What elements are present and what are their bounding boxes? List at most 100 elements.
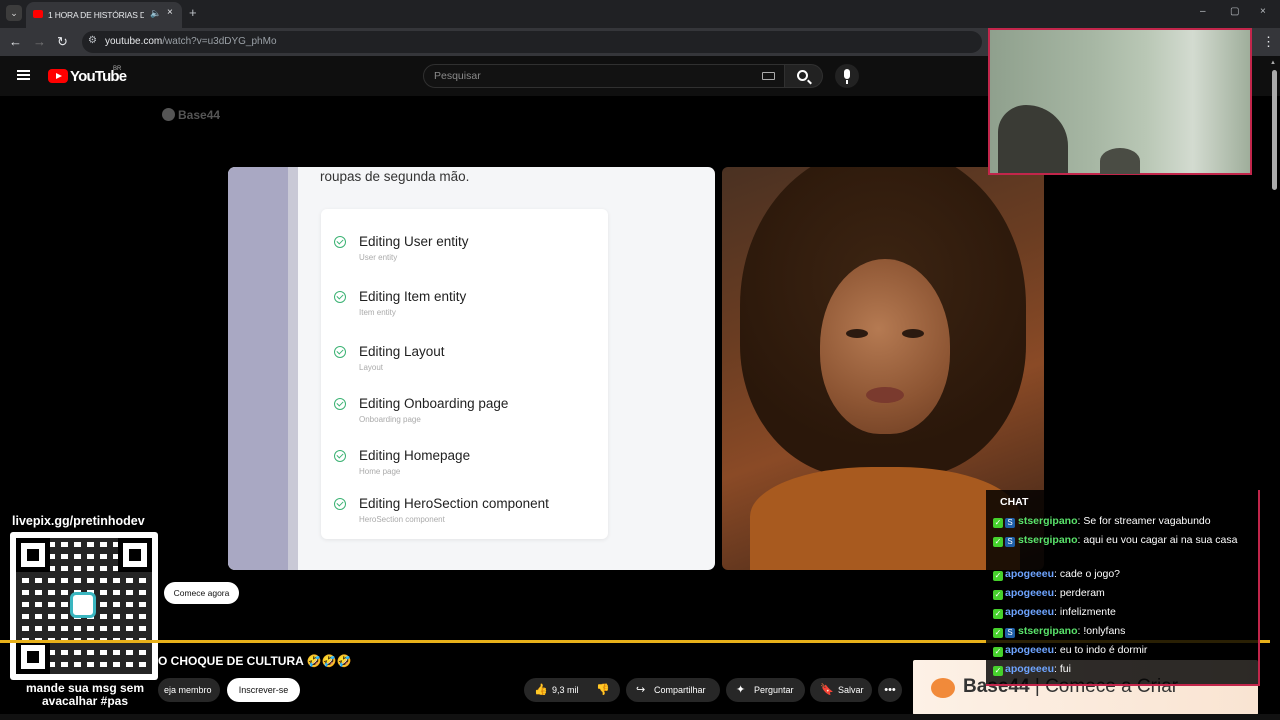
chat-message: ✓ apogeeeu: perderam <box>993 587 1105 600</box>
keyboard-icon[interactable] <box>762 72 775 80</box>
tab-close-icon[interactable]: × <box>167 7 173 18</box>
task-subtitle: User entity <box>359 253 398 262</box>
channel-watermark: Base44 <box>162 108 220 122</box>
chat-text: eu to indo é dormir <box>1059 644 1148 656</box>
voice-search-button[interactable] <box>835 64 859 88</box>
like-count[interactable]: 9,3 mil <box>552 678 579 702</box>
thumbs-up-icon[interactable]: 👍 <box>534 678 548 702</box>
chat-text: perderam <box>1059 587 1105 599</box>
share-label: Compartilhar <box>654 685 706 695</box>
check-badge-icon: ✓ <box>993 518 1003 528</box>
new-tab-button[interactable]: + <box>189 5 197 20</box>
back-arrow-icon[interactable]: ← <box>9 34 22 49</box>
chat-username: stsergipano <box>1018 625 1078 637</box>
share-icon: ↪ <box>636 684 646 696</box>
page-scrollbar[interactable]: ▲ <box>1270 60 1278 720</box>
webcam-overlay <box>988 28 1252 175</box>
qr-caption: mande sua msg sem avacalhar #pas <box>6 682 164 708</box>
check-circle-icon <box>334 236 346 248</box>
qr-finder <box>16 538 50 572</box>
ask-button[interactable]: ✦ Perguntar <box>726 678 805 702</box>
search-input[interactable] <box>434 70 734 82</box>
save-button[interactable]: 🔖 Salvar <box>810 678 872 702</box>
chat-username: stsergipano <box>1018 534 1078 546</box>
check-circle-icon <box>334 291 346 303</box>
task-title: Editing HeroSection component <box>359 496 549 511</box>
qr-caption-line: avacalhar #pas <box>41 694 129 708</box>
site-info-icon[interactable]: ⚙ <box>88 35 97 46</box>
save-label: Salvar <box>838 685 864 695</box>
thumbs-down-icon[interactable]: 👎 <box>596 678 610 702</box>
chat-text: !onlyfans <box>1083 625 1126 637</box>
base44-logo-icon <box>931 678 955 698</box>
search-icon <box>797 70 808 81</box>
chat-username: apogeeeu <box>1005 587 1055 599</box>
chat-header: CHAT <box>1000 496 1029 508</box>
face-shape <box>820 259 950 434</box>
search-button[interactable] <box>785 64 823 88</box>
browser-tab-strip: ⌄ 1 HORA DE HISTÓRIAS DO 🔈 × + – ▢ × <box>0 0 1280 28</box>
bottom-strip <box>0 714 1280 720</box>
scroll-up-icon[interactable]: ▲ <box>1270 60 1276 66</box>
chat-text: fui <box>1059 663 1071 675</box>
check-circle-icon <box>334 346 346 358</box>
check-circle-icon <box>334 450 346 462</box>
chat-message: ✓ Sstsergipano: Se for streamer vagabundo <box>993 515 1211 528</box>
chat-username: apogeeeu <box>1005 644 1055 656</box>
reload-icon[interactable]: ↻ <box>57 34 68 50</box>
speaker-icon[interactable]: 🔈 <box>150 8 161 19</box>
chat-text: cade o jogo? <box>1059 568 1120 580</box>
task-title: Editing Layout <box>359 344 445 359</box>
task-subtitle: Onboarding page <box>359 415 421 424</box>
chat-username: stsergipano <box>1018 515 1078 527</box>
slide-sidebar-edge <box>288 167 298 570</box>
webcam-shadow <box>1100 148 1140 174</box>
url-text[interactable]: youtube.com/watch?v=u3dDYG_phMo <box>105 36 277 47</box>
search-box <box>423 64 785 88</box>
chat-message: ✓ apogeeeu: fui <box>993 663 1071 676</box>
chat-message: ✓ apogeeeu: infelizmente <box>993 606 1116 619</box>
check-badge-icon: ✓ <box>993 571 1003 581</box>
start-now-button[interactable]: Comece agora <box>164 582 239 604</box>
livepix-url: livepix.gg/pretinhodev <box>12 514 145 528</box>
check-badge-icon: ✓ <box>993 609 1003 619</box>
browser-menu-icon[interactable]: ⋮ <box>1262 34 1275 50</box>
task-title: Editing Onboarding page <box>359 396 509 411</box>
tab-search-button[interactable]: ⌄ <box>6 5 22 21</box>
qr-finder <box>118 538 152 572</box>
close-window-button[interactable]: × <box>1260 6 1266 17</box>
share-button[interactable]: ↪ Compartilhar <box>626 678 720 702</box>
mod-badge-icon: S <box>1005 537 1015 547</box>
chat-text: aqui eu vou cagar ai na sua casa <box>1083 534 1238 546</box>
menu-hamburger-icon[interactable] <box>17 70 30 80</box>
slide-intro-text: roupas de segunda mão. <box>320 169 470 184</box>
forward-arrow-icon[interactable]: → <box>33 34 46 49</box>
check-badge-icon: ✓ <box>993 666 1003 676</box>
eye-left <box>846 329 868 338</box>
more-actions-button[interactable]: ••• <box>878 678 902 702</box>
mod-badge-icon: S <box>1005 628 1015 638</box>
chat-message: ✓ Sstsergipano: aqui eu vou cagar ai na s… <box>993 534 1238 547</box>
country-code: BR <box>113 66 122 72</box>
check-badge-icon: ✓ <box>993 590 1003 600</box>
subscribe-button[interactable]: Inscrever-se <box>227 678 300 702</box>
tab-active[interactable]: 1 HORA DE HISTÓRIAS DO 🔈 × <box>26 2 182 28</box>
minimize-button[interactable]: – <box>1200 6 1206 17</box>
chat-text: Se for streamer vagabundo <box>1083 515 1211 527</box>
chat-message: ✓ apogeeeu: cade o jogo? <box>993 568 1120 581</box>
youtube-logo-icon[interactable] <box>48 69 68 83</box>
chat-message: ✓ apogeeeu: eu to indo é dormir <box>993 644 1148 657</box>
join-button[interactable]: eja membro <box>158 678 220 702</box>
scroll-thumb[interactable] <box>1272 70 1277 190</box>
maximize-button[interactable]: ▢ <box>1230 6 1239 17</box>
check-badge-icon: ✓ <box>993 628 1003 638</box>
tab-title: 1 HORA DE HISTÓRIAS DO <box>48 10 144 20</box>
task-title: Editing User entity <box>359 234 469 249</box>
qr-logo-icon <box>70 592 96 618</box>
video-title: O CHOQUE DE CULTURA 🤣🤣🤣 <box>158 654 352 668</box>
chat-text: infelizmente <box>1059 606 1116 618</box>
task-subtitle: Item entity <box>359 308 396 317</box>
omnibox[interactable]: ⚙ youtube.com/watch?v=u3dDYG_phMo <box>82 31 982 53</box>
lips <box>866 387 904 403</box>
check-circle-icon <box>334 398 346 410</box>
